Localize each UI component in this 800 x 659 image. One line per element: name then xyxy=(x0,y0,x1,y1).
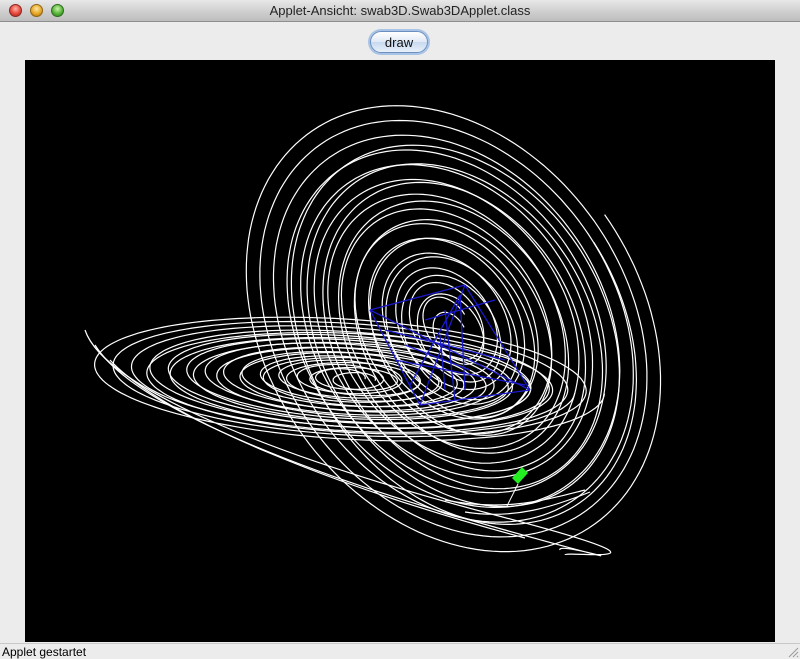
toolbar: draw xyxy=(0,22,800,59)
trajectory-lines xyxy=(84,105,662,557)
draw-button[interactable]: draw xyxy=(370,31,428,53)
trajectory-path xyxy=(290,144,638,526)
trajectory-strand xyxy=(444,489,586,506)
attractor-plot xyxy=(84,105,662,557)
applet-window: Applet-Ansicht: swab3D.Swab3DApplet.clas… xyxy=(0,0,800,659)
drawing-canvas[interactable] xyxy=(25,60,775,642)
marker-shape xyxy=(512,467,528,484)
status-bar: Applet gestartet xyxy=(0,643,800,659)
trajectory-strand xyxy=(84,329,612,556)
status-text: Applet gestartet xyxy=(2,645,87,659)
resize-grip-icon[interactable] xyxy=(787,646,799,658)
window-title: Applet-Ansicht: swab3D.Swab3DApplet.clas… xyxy=(269,3,531,18)
title-bar[interactable]: Applet-Ansicht: swab3D.Swab3DApplet.clas… xyxy=(0,0,800,22)
trajectory-path xyxy=(245,105,662,553)
